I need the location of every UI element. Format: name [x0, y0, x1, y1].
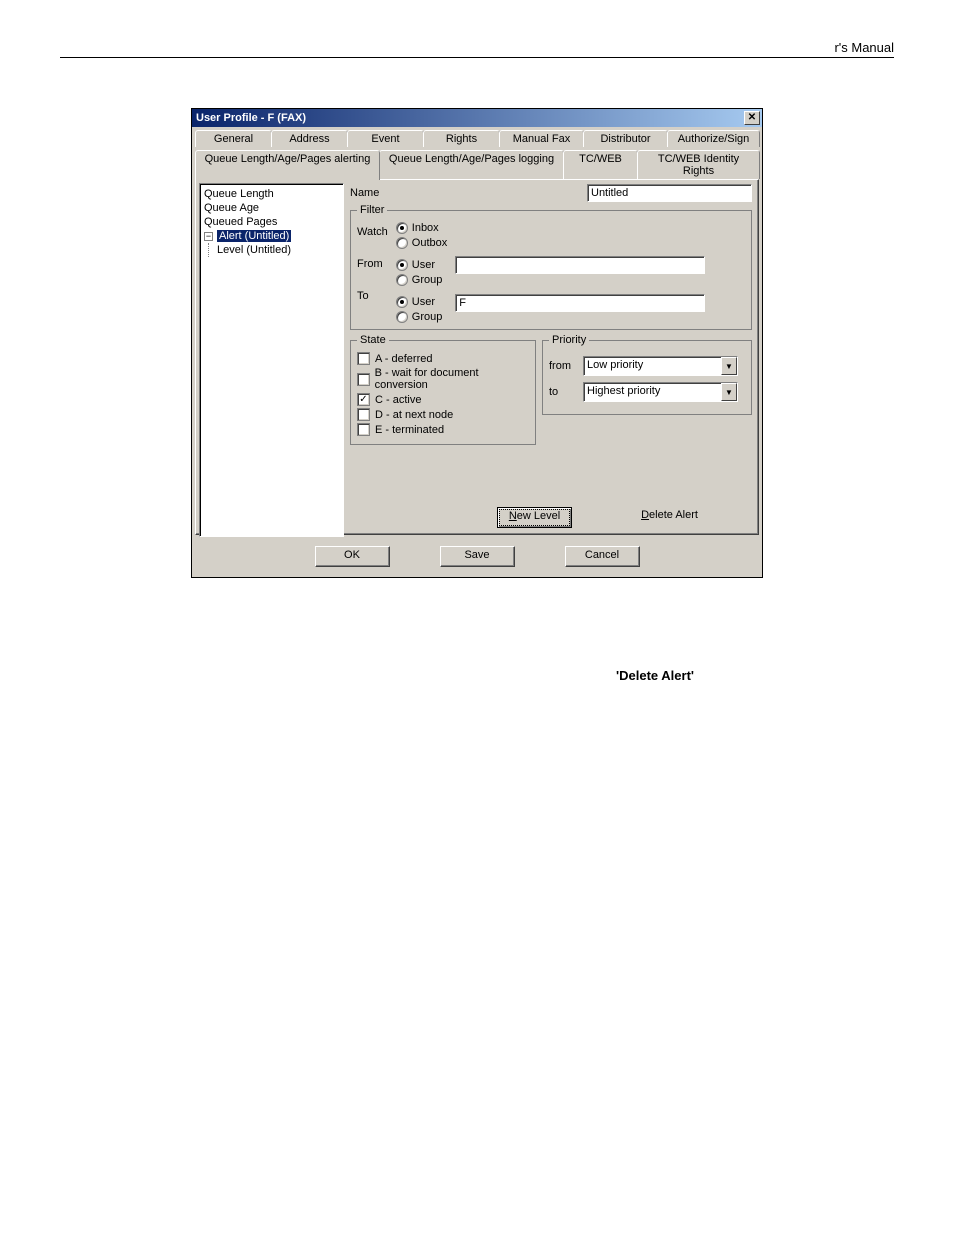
- name-label: Name: [350, 187, 385, 199]
- checkbox-icon: ✓: [357, 393, 370, 406]
- header-text: r's Manual: [834, 40, 894, 55]
- user-profile-dialog: User Profile - F (FAX) ✕ General Address…: [191, 108, 763, 578]
- filter-legend: Filter: [357, 204, 387, 216]
- priority-group: Priority from Low priority ▼ to: [542, 334, 752, 415]
- tree-pane[interactable]: Queue Length Queue Age Queued Pages −Ale…: [199, 183, 344, 537]
- save-button[interactable]: Save: [440, 546, 515, 567]
- radio-icon: [396, 222, 408, 234]
- dialog-titlebar: User Profile - F (FAX) ✕: [192, 109, 762, 127]
- dialog-title: User Profile - F (FAX): [196, 112, 306, 124]
- ok-button[interactable]: OK: [315, 546, 390, 567]
- radio-to-user[interactable]: User: [396, 296, 447, 308]
- close-icon: ✕: [748, 113, 756, 123]
- state-d[interactable]: D - at next node: [357, 408, 529, 421]
- name-input[interactable]: [587, 184, 752, 202]
- tab-queue-logging[interactable]: Queue Length/Age/Pages logging: [379, 150, 564, 179]
- to-input[interactable]: [455, 294, 705, 312]
- tab-rights[interactable]: Rights: [423, 130, 500, 147]
- tree-selected-label: Alert (Untitled): [217, 230, 291, 242]
- tab-body: Queue Length Queue Age Queued Pages −Ale…: [195, 179, 759, 535]
- chevron-down-icon: ▼: [721, 357, 737, 375]
- radio-watch-outbox[interactable]: Outbox: [396, 237, 447, 249]
- tab-address[interactable]: Address: [271, 130, 348, 147]
- radio-icon: [396, 237, 408, 249]
- tab-authorize-sign[interactable]: Authorize/Sign: [667, 130, 760, 147]
- tree-item-level[interactable]: Level (Untitled): [208, 243, 341, 257]
- tab-manual-fax[interactable]: Manual Fax: [499, 130, 584, 147]
- delete-alert-text: 'Delete Alert': [616, 668, 694, 683]
- tab-event[interactable]: Event: [347, 130, 424, 147]
- radio-from-user[interactable]: User: [396, 259, 447, 271]
- priority-to-label: to: [549, 386, 577, 398]
- radio-to-group[interactable]: Group: [396, 311, 447, 323]
- tree-item[interactable]: Queue Length: [202, 187, 341, 201]
- page-header: r's Manual: [60, 40, 894, 58]
- radio-icon: [396, 311, 408, 323]
- radio-from-group[interactable]: Group: [396, 274, 447, 286]
- radio-watch-inbox[interactable]: Inbox: [396, 222, 447, 234]
- tree-collapse-icon[interactable]: −: [204, 232, 213, 241]
- from-input[interactable]: [455, 256, 705, 274]
- tabs-row-2: Queue Length/Age/Pages alerting Queue Le…: [195, 150, 759, 179]
- cancel-button[interactable]: Cancel: [565, 546, 640, 567]
- state-legend: State: [357, 334, 389, 346]
- tree-item[interactable]: Queued Pages: [202, 215, 341, 229]
- checkbox-icon: [357, 352, 370, 365]
- tree-item-alert[interactable]: −Alert (Untitled): [202, 229, 341, 243]
- state-c[interactable]: ✓C - active: [357, 393, 529, 406]
- state-group: State A - deferred B - wait for document…: [350, 334, 536, 445]
- tab-tcweb[interactable]: TC/WEB: [563, 150, 638, 179]
- state-e[interactable]: E - terminated: [357, 423, 529, 436]
- tab-distributor[interactable]: Distributor: [583, 130, 668, 147]
- radio-icon: [396, 296, 408, 308]
- right-pane: Name Filter Watch From To: [347, 180, 758, 534]
- priority-to-select[interactable]: Highest priority ▼: [583, 382, 738, 402]
- priority-legend: Priority: [549, 334, 589, 346]
- tabs-row-1: General Address Event Rights Manual Fax …: [195, 130, 759, 147]
- body-text: 'Delete Alert': [60, 668, 894, 683]
- radio-icon: [396, 274, 408, 286]
- from-label: From: [357, 258, 388, 270]
- tab-queue-alerting[interactable]: Queue Length/Age/Pages alerting: [195, 150, 380, 180]
- tab-general[interactable]: General: [195, 130, 272, 147]
- tab-tcweb-identity[interactable]: TC/WEB Identity Rights: [637, 150, 760, 179]
- checkbox-icon: [357, 423, 370, 436]
- state-b[interactable]: B - wait for document conversion: [357, 367, 529, 391]
- checkbox-icon: [357, 408, 370, 421]
- delete-alert-button[interactable]: Delete Alert: [632, 507, 707, 528]
- chevron-down-icon: ▼: [721, 383, 737, 401]
- watch-label: Watch: [357, 226, 388, 238]
- dialog-footer: OK Save Cancel: [192, 538, 762, 577]
- filter-group: Filter Watch From To Inbox Outbox: [350, 204, 752, 330]
- tree-item[interactable]: Queue Age: [202, 201, 341, 215]
- new-level-button[interactable]: New Level: [497, 507, 572, 528]
- priority-from-select[interactable]: Low priority ▼: [583, 356, 738, 376]
- close-button[interactable]: ✕: [744, 111, 760, 125]
- radio-icon: [396, 259, 408, 271]
- checkbox-icon: [357, 373, 370, 386]
- to-label: To: [357, 290, 388, 302]
- state-a[interactable]: A - deferred: [357, 352, 529, 365]
- priority-from-label: from: [549, 360, 577, 372]
